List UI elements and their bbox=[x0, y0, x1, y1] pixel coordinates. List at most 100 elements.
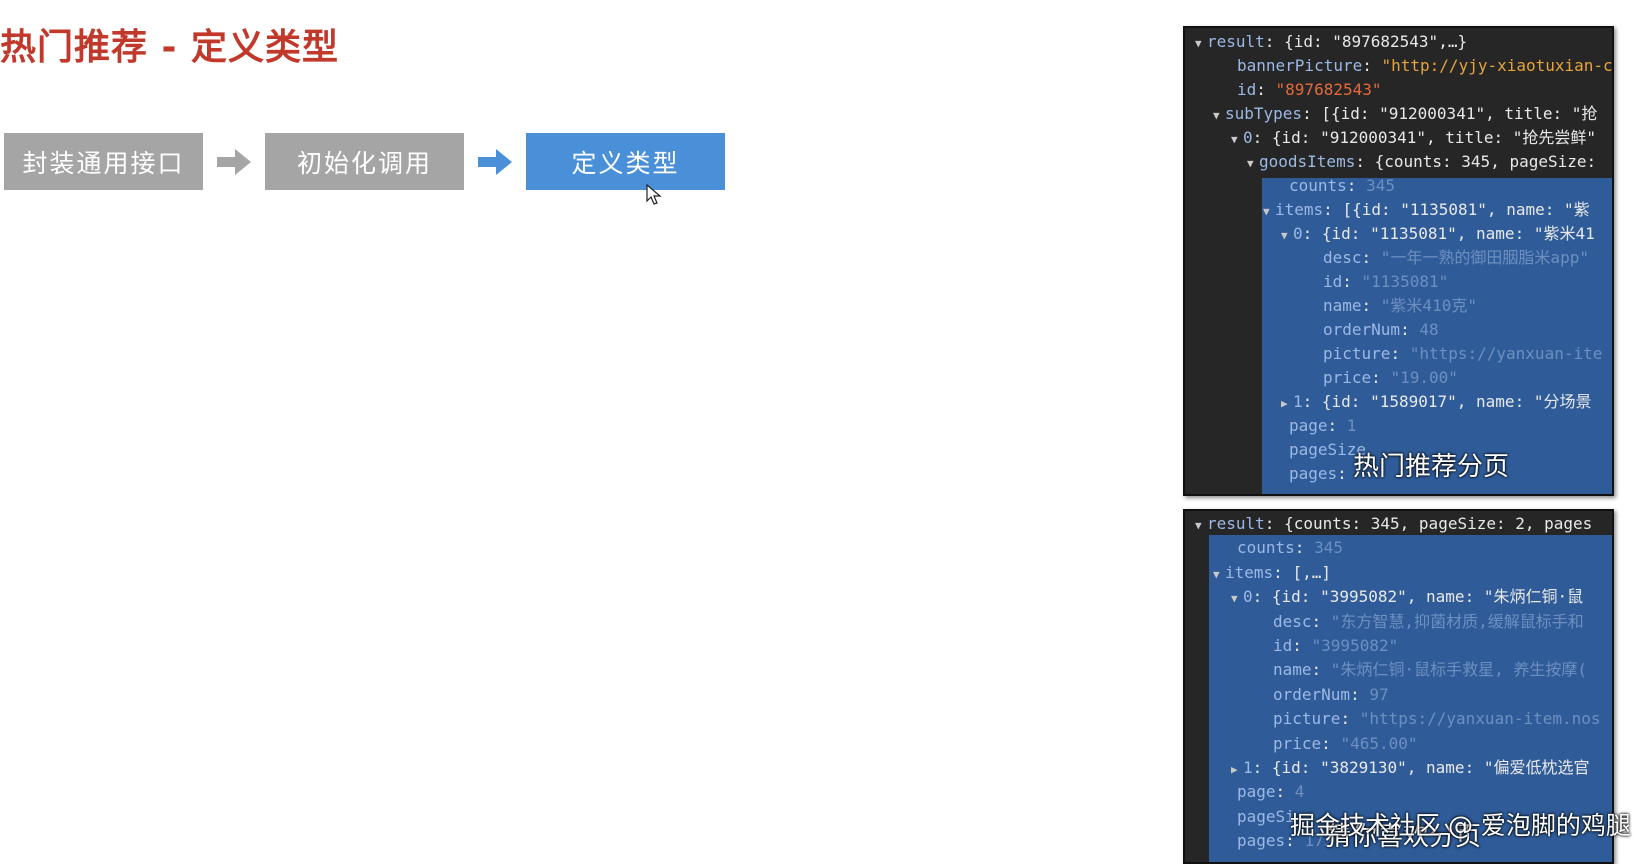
expand-triangle-icon[interactable]: ▶ bbox=[1281, 393, 1293, 415]
json-line[interactable]: ▼ result: {id: "897682543",…} bbox=[1195, 31, 1467, 53]
json-punct: : {id: "3829130", name: "偏爱低枕选官 bbox=[1252, 758, 1590, 777]
json-punct: : bbox=[1327, 416, 1347, 435]
collapse-triangle-icon[interactable]: ▼ bbox=[1195, 33, 1207, 55]
json-punct: : bbox=[1275, 782, 1295, 802]
json-line[interactable]: desc: "一年一熟的御田胭脂米app" bbox=[1311, 247, 1589, 269]
json-line[interactable]: bannerPicture: "http://yjy-xiaotuxian-c bbox=[1225, 55, 1613, 77]
expand-triangle-icon[interactable]: ▶ bbox=[1231, 759, 1243, 781]
collapse-triangle-icon[interactable]: ▼ bbox=[1263, 201, 1275, 223]
collapse-triangle-icon[interactable]: ▼ bbox=[1195, 515, 1207, 537]
json-line[interactable]: price: "19.00" bbox=[1311, 367, 1458, 389]
json-line[interactable]: picture: "https://yanxuan-ite bbox=[1311, 343, 1602, 365]
json-punct: : {id: "897682543",…} bbox=[1264, 32, 1468, 51]
json-line[interactable]: page: 1 bbox=[1277, 415, 1356, 437]
json-line[interactable]: ▼ 0: {id: "3995082", name: "朱炳仁铜·鼠 bbox=[1231, 586, 1583, 608]
collapse-triangle-icon[interactable]: ▼ bbox=[1213, 564, 1225, 586]
json-key: 0 bbox=[1243, 128, 1253, 147]
json-value: "https://yanxuan-ite bbox=[1409, 344, 1603, 363]
json-key: subTypes bbox=[1225, 104, 1303, 123]
json-key: page bbox=[1289, 416, 1328, 435]
json-punct: : bbox=[1400, 320, 1420, 339]
json-key: items bbox=[1225, 562, 1274, 582]
step-encapsulate-api[interactable]: 封装通用接口 bbox=[4, 133, 203, 190]
collapse-triangle-icon[interactable]: ▼ bbox=[1231, 588, 1243, 610]
collapse-triangle-icon[interactable]: ▼ bbox=[1281, 225, 1293, 247]
json-key: 0 bbox=[1243, 587, 1253, 607]
json-line[interactable]: id: "897682543" bbox=[1225, 79, 1382, 101]
json-line[interactable]: ▶ 1: {id: "1589017", name: "分场景 bbox=[1281, 391, 1591, 413]
json-key: items bbox=[1275, 200, 1324, 219]
json-line[interactable]: counts: 345 bbox=[1277, 175, 1395, 197]
json-line[interactable]: pages: bbox=[1277, 463, 1347, 485]
slide-title: 热门推荐 - 定义类型 bbox=[0, 27, 340, 68]
json-key: pageSi bbox=[1237, 806, 1295, 826]
json-punct: : bbox=[1294, 538, 1315, 558]
json-value: 345 bbox=[1366, 176, 1395, 195]
json-line[interactable]: ▼ subTypes: [{id: "912000341", title: "抢 bbox=[1213, 103, 1597, 125]
json-line[interactable]: orderNum: 48 bbox=[1311, 319, 1439, 341]
json-value: "一年一熟的御田胭脂米app" bbox=[1380, 248, 1589, 267]
collapse-triangle-icon[interactable]: ▼ bbox=[1247, 153, 1259, 175]
json-value: "1135081" bbox=[1361, 272, 1449, 291]
json-key: goodsItems bbox=[1259, 152, 1356, 171]
json-key: desc bbox=[1323, 248, 1362, 267]
json-key: 1 bbox=[1293, 392, 1303, 411]
json-punct: : [{id: "912000341", title: "抢 bbox=[1302, 104, 1598, 123]
json-line[interactable]: ▼ goodsItems: {counts: 345, pageSize: bbox=[1247, 151, 1596, 173]
json-line[interactable]: ▼ 0: {id: "912000341", title: "抢先尝鲜" bbox=[1231, 127, 1596, 149]
json-key: counts bbox=[1237, 538, 1295, 558]
json-line[interactable]: pageSi bbox=[1225, 806, 1295, 828]
json-line[interactable]: page: 4 bbox=[1225, 781, 1304, 803]
json-value: "东方智慧,抑菌材质,缓解鼠标手和 bbox=[1330, 611, 1584, 631]
json-line[interactable]: desc: "东方智慧,抑菌材质,缓解鼠标手和 bbox=[1261, 611, 1584, 633]
json-punct: : bbox=[1342, 272, 1362, 291]
json-punct: : {id: "912000341", title: "抢先尝鲜" bbox=[1252, 128, 1596, 147]
json-line[interactable]: id: "3995082" bbox=[1261, 635, 1398, 657]
json-line[interactable]: picture: "https://yanxuan-item.nos bbox=[1261, 708, 1601, 730]
json-line[interactable]: ▶ 1: {id: "3829130", name: "偏爱低枕选官 bbox=[1231, 757, 1589, 779]
panel-caption: 热门推荐分页 bbox=[1353, 452, 1510, 482]
json-key: name bbox=[1323, 296, 1362, 315]
json-value: "897682543" bbox=[1275, 80, 1382, 99]
json-line[interactable]: name: "朱炳仁铜·鼠标手救星, 养生按摩( bbox=[1261, 659, 1587, 681]
json-key: pages bbox=[1289, 464, 1338, 483]
json-line[interactable]: ▼ items: [{id: "1135081", name: "紫 bbox=[1263, 199, 1590, 221]
step-define-types[interactable]: 定义类型 bbox=[526, 133, 725, 190]
json-preview-panel-recommend[interactable]: ▼ result: {id: "897682543",…} bannerPictur… bbox=[1183, 26, 1614, 496]
json-line[interactable]: orderNum: 97 bbox=[1261, 684, 1389, 706]
json-key: price bbox=[1273, 733, 1322, 753]
json-punct: : bbox=[1311, 660, 1331, 680]
json-value: "https://yanxuan-item.nos bbox=[1359, 709, 1601, 729]
json-line[interactable]: ▼ items: [,…] bbox=[1213, 562, 1331, 584]
json-punct: : bbox=[1311, 611, 1331, 631]
json-punct: : bbox=[1340, 709, 1360, 729]
json-key: result bbox=[1207, 32, 1265, 51]
json-value: 1 bbox=[1346, 416, 1357, 435]
json-value: "3995082" bbox=[1311, 636, 1399, 655]
json-punct: : bbox=[1361, 248, 1381, 267]
collapse-triangle-icon[interactable]: ▼ bbox=[1213, 105, 1225, 127]
json-value: "朱炳仁铜·鼠标手救星, 养生按摩( bbox=[1330, 660, 1587, 680]
json-punct: : bbox=[1337, 464, 1347, 483]
json-line[interactable]: counts: 345 bbox=[1225, 537, 1343, 559]
json-line[interactable]: ▼ 0: {id: "1135081", name: "紫米41 bbox=[1281, 223, 1595, 245]
json-key: page bbox=[1237, 782, 1276, 802]
step-init-call[interactable]: 初始化调用 bbox=[265, 133, 464, 190]
json-punct: : bbox=[1362, 56, 1382, 75]
json-punct: : bbox=[1292, 636, 1312, 655]
json-value: "http://yjy-xiaotuxian-c bbox=[1381, 56, 1613, 75]
json-key: desc bbox=[1273, 611, 1312, 631]
json-punct: : {counts: 345, pageSize: 2, pages bbox=[1264, 514, 1593, 533]
collapse-triangle-icon[interactable]: ▼ bbox=[1231, 129, 1243, 151]
json-key: 1 bbox=[1243, 758, 1253, 777]
json-line[interactable]: price: "465.00" bbox=[1261, 733, 1418, 755]
json-key: result bbox=[1207, 514, 1265, 533]
json-key: orderNum bbox=[1273, 684, 1351, 704]
arrow-right-icon bbox=[217, 149, 251, 175]
json-punct: : bbox=[1350, 684, 1370, 704]
json-punct: : [,…] bbox=[1273, 562, 1331, 582]
json-line[interactable]: name: "紫米410克" bbox=[1311, 295, 1477, 317]
json-line[interactable]: ▼ result: {counts: 345, pageSize: 2, page… bbox=[1195, 513, 1592, 535]
json-line[interactable]: id: "1135081" bbox=[1311, 271, 1448, 293]
json-punct: : bbox=[1256, 80, 1276, 99]
